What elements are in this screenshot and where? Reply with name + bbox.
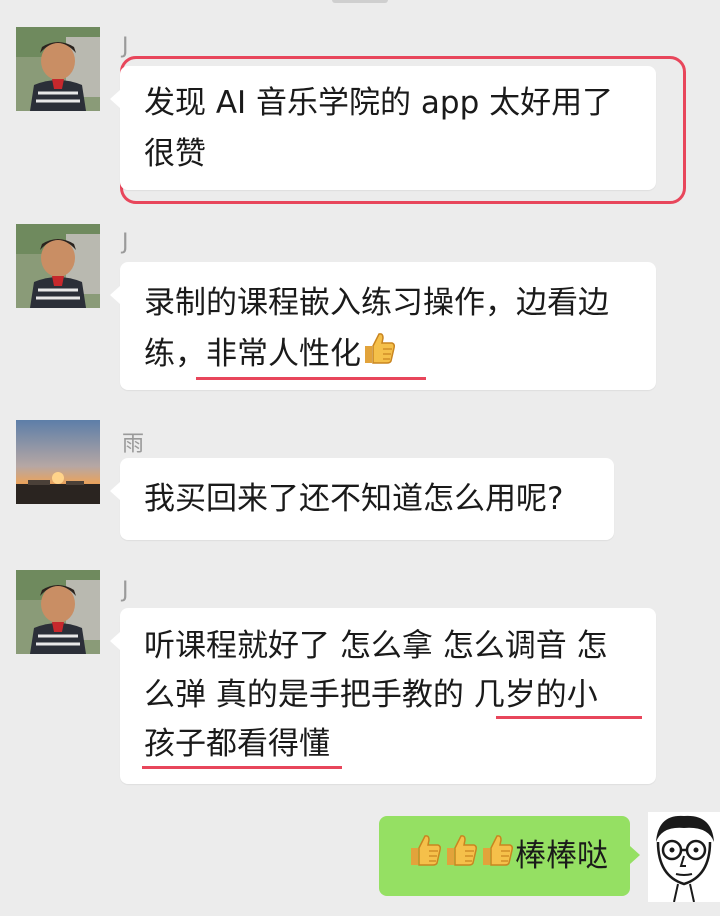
red-underline (142, 766, 342, 769)
thumbs-up-icon (407, 818, 443, 898)
thumbs-up-icon (361, 330, 397, 382)
thumbs-up-icon (479, 818, 515, 898)
message-text-segment: 练， (144, 336, 206, 372)
sender-name: J (122, 230, 129, 255)
message-text-line: 录制的课程嵌入练习操作，边看边 (144, 285, 609, 321)
message-bubble[interactable]: 发现 AI 音乐学院的 app 太好用了 很赞 (110, 66, 656, 190)
sender-name: 雨 (122, 432, 145, 457)
message-text-segment: 么弹 真的是手把手教的 (144, 677, 474, 713)
message-bubble[interactable]: 我买回来了还不知道怎么用呢? (110, 458, 614, 540)
message-text-line: 发现 AI 音乐学院的 app 太好用了 (144, 85, 614, 121)
sender-name: J (122, 34, 129, 59)
highlighted-text: 几岁的小 (473, 677, 598, 713)
highlighted-text: 孩子都看得懂 (144, 726, 330, 762)
sender-name: J (122, 578, 129, 603)
avatar-boy[interactable] (16, 570, 100, 654)
message-text-line: 我买回来了还不知道怎么用呢? (144, 481, 564, 517)
self-message-text: 棒棒哒 (515, 838, 608, 874)
red-underline (496, 716, 642, 719)
avatar-self[interactable] (648, 812, 720, 902)
self-message-bubble[interactable]: 棒棒哒 (379, 816, 640, 898)
highlighted-text: 非常人性化 (206, 336, 361, 372)
top-indicator (332, 0, 388, 3)
message-bubble[interactable]: 录制的课程嵌入练习操作，边看边 练，非常人性化 (110, 262, 656, 390)
message-text-line: 很赞 (144, 136, 206, 172)
message-text-line: 听课程就好了 怎么拿 怎么调音 怎 (144, 628, 608, 664)
message-bubble[interactable]: 听课程就好了 怎么拿 怎么调音 怎 么弹 真的是手把手教的 几岁的小 孩子都看得… (110, 608, 656, 784)
red-underline (196, 377, 426, 380)
avatar-boy[interactable] (16, 27, 100, 111)
avatar-boy[interactable] (16, 224, 100, 308)
avatar-sunset[interactable] (16, 420, 100, 504)
thumbs-up-icon (443, 818, 479, 898)
